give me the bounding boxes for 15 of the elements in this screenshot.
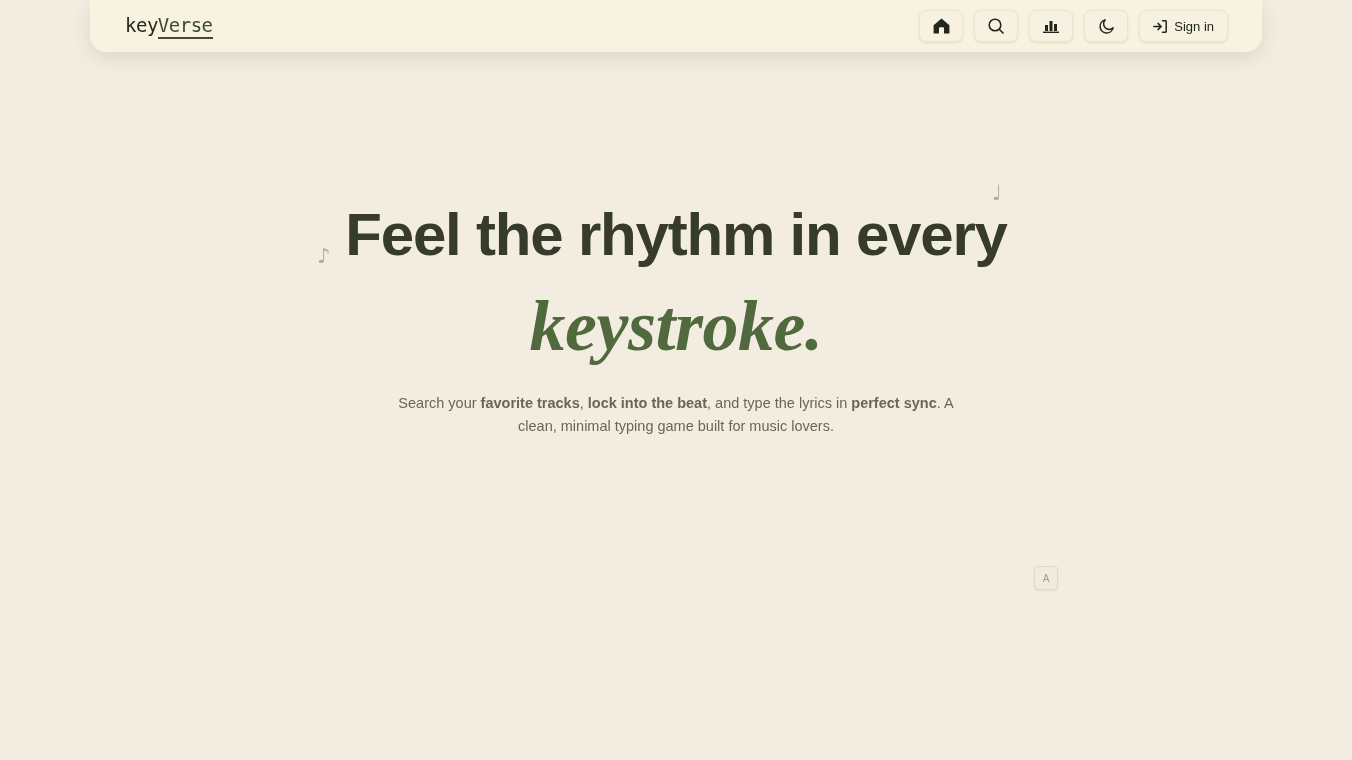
search-icon bbox=[988, 18, 1005, 34]
home-button[interactable] bbox=[919, 10, 964, 42]
search-button[interactable] bbox=[974, 10, 1019, 42]
moon-icon bbox=[1098, 18, 1114, 34]
music-note: ♪ bbox=[317, 244, 331, 268]
bar-chart-icon bbox=[1043, 19, 1060, 33]
keycap: A bbox=[1034, 566, 1058, 590]
home-icon bbox=[932, 18, 950, 34]
chart-button[interactable] bbox=[1029, 10, 1074, 42]
sign-in-button[interactable]: Sign in bbox=[1139, 10, 1228, 42]
theme-toggle-button[interactable] bbox=[1084, 10, 1129, 42]
subtitle: Search your favorite tracks, lock into the beat, and type the lyrics in perfect sync. A clean, minimal typing game built for music lovers. bbox=[397, 394, 955, 436]
headline-accent: keystroke. bbox=[529, 285, 823, 368]
logo-link[interactable]: keyVerse bbox=[125, 14, 213, 38]
sign-in-icon bbox=[1153, 19, 1168, 33]
